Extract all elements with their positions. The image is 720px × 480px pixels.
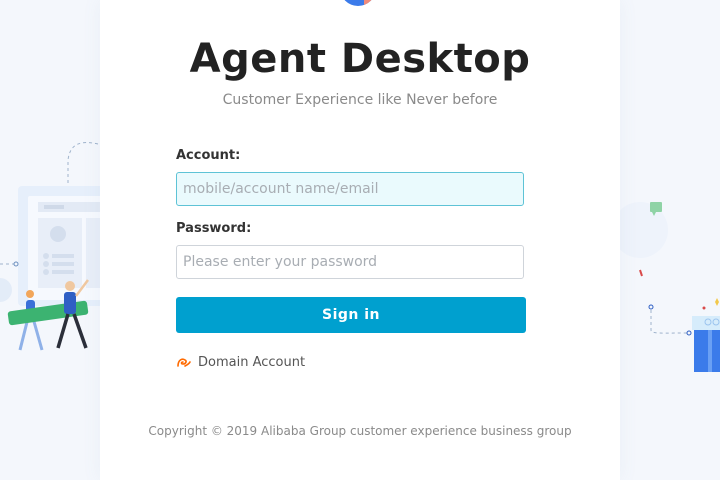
password-input[interactable] [176,245,524,279]
domain-account-link[interactable]: Domain Account [176,353,305,371]
password-label: Password: [176,221,252,236]
domain-account-label: Domain Account [198,354,306,370]
page-title: Agent Desktop [189,36,531,82]
copyright-text: Copyright © 2019 Alibaba Group customer … [148,424,572,438]
account-label: Account: [176,148,241,163]
logo [340,0,376,6]
people-carrying-illustration [0,142,110,351]
sign-in-button[interactable]: Sign in [176,297,526,333]
login-card: Agent Desktop Customer Experience like N… [100,0,620,480]
gift-box-illustration [620,202,720,372]
alibaba-cloud-icon [177,358,191,367]
account-input[interactable] [176,172,524,206]
page-subtitle: Customer Experience like Never before [222,92,498,108]
